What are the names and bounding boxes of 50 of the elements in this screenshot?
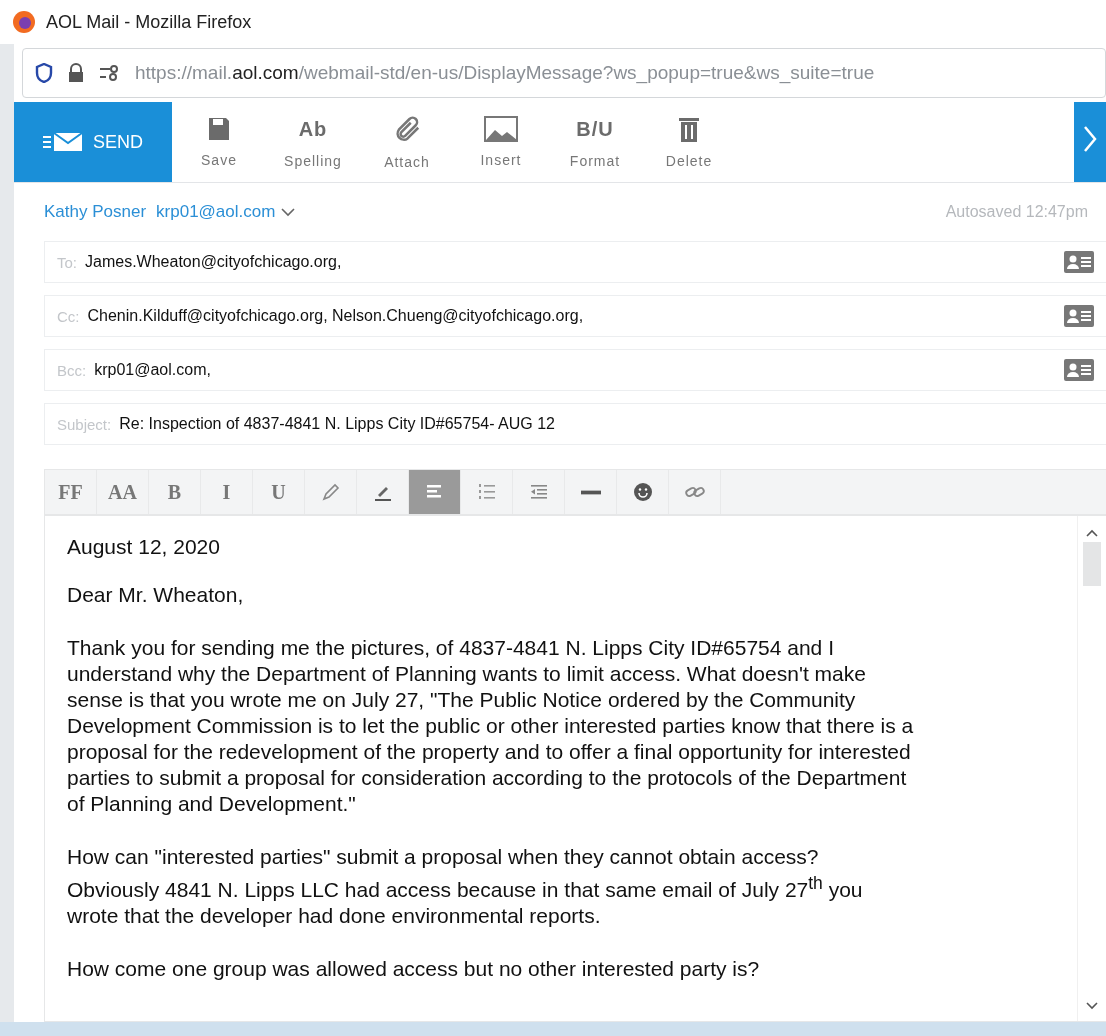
expand-button[interactable]: [1074, 102, 1106, 182]
sender-email[interactable]: krp01@aol.com: [156, 202, 276, 222]
toolbar-button[interactable]: Attach: [360, 102, 454, 182]
browser-logo-icon: [12, 10, 36, 34]
format-button[interactable]: B: [149, 470, 201, 514]
message-paragraph: Dear Mr. Wheaton,: [67, 582, 245, 608]
field-value: krp01@aol.com,: [94, 361, 211, 379]
address-field[interactable]: Bcc: krp01@aol.com,: [44, 349, 1106, 391]
toolbar-button[interactable]: Insert: [454, 102, 548, 182]
toolbar-button[interactable]: Delete: [642, 102, 736, 182]
address-field[interactable]: Cc: Chenin.Kilduff@cityofchicago.org, Nelson.Chueng@cityofchicago.org,: [44, 295, 1106, 337]
trash-icon: [678, 115, 700, 143]
address-field[interactable]: To: James.Wheaton@cityofchicago.org,: [44, 241, 1106, 283]
scroll-down-icon[interactable]: [1086, 1001, 1098, 1011]
lock-icon: [67, 63, 85, 83]
contact-card-icon[interactable]: [1064, 359, 1094, 381]
field-value: Re: Inspection of 4837-4841 N. Lipps City ID#65754- AUG 12: [119, 415, 555, 433]
chevron-right-icon: [1083, 124, 1097, 153]
autosaved-status: Autosaved 12:47pm: [945, 203, 1088, 221]
chevron-down-icon[interactable]: [281, 207, 296, 217]
image-icon: [484, 116, 518, 142]
contact-card-icon[interactable]: [1064, 251, 1094, 273]
field-label: Subject:: [57, 415, 112, 433]
contact-card-icon[interactable]: [1064, 305, 1094, 327]
format-button[interactable]: I: [201, 470, 253, 514]
envelope-icon: [43, 132, 83, 152]
toolbar-button[interactable]: Save: [172, 102, 266, 182]
field-value: James.Wheaton@cityofchicago.org,: [85, 253, 342, 271]
format-button[interactable]: AA: [97, 470, 149, 514]
field-value: Chenin.Kilduff@cityofchicago.org, Nelson.Chueng@cityofchicago.org,: [87, 307, 584, 325]
sender-name[interactable]: Kathy Posner: [44, 202, 147, 222]
format-button[interactable]: U: [253, 470, 305, 514]
scrollbar-thumb[interactable]: [1083, 542, 1101, 586]
scroll-up-icon[interactable]: [1086, 528, 1098, 538]
settings-icon[interactable]: [99, 65, 121, 81]
message-paragraph: Thank you for sending me the pictures, of 4837-4841 N. Lipps City ID#65754 and I understand why the Department of Planning wants to limit access. What doesn't make sense is that you wrote me on July 27, "The Public Notice ordered by the Community Development Commission is to let the public or other interested parties know that there is a proposal for the redevelopment of the property and to offer a final opportunity for interested parties to submit a proposal for consideration according to the protocols of the Department of Planning and Development.": [67, 635, 915, 817]
toolbar-button[interactable]: Ab Spelling: [266, 102, 360, 182]
format-button[interactable]: [409, 470, 461, 514]
shield-icon: [35, 63, 53, 83]
message-paragraph: August 12, 2020: [67, 534, 221, 560]
format-button[interactable]: FF: [45, 470, 97, 514]
field-label: Bcc:: [57, 361, 87, 379]
field-label: To:: [57, 253, 77, 271]
address-field[interactable]: Subject: Re: Inspection of 4837-4841 N. Lipps City ID#65754- AUG 12: [44, 403, 1106, 445]
field-label: Cc:: [57, 307, 80, 325]
toolbar-button[interactable]: B/U Format: [548, 102, 642, 182]
window-title: AOL Mail - Mozilla Firefox: [46, 11, 252, 33]
message-paragraph: How come one group was allowed access but no other interested party is?: [67, 956, 761, 982]
message-paragraph: How can "interested parties" submit a proposal when they cannot obtain access? Obviously 4841 N. Lipps LLC had access because in that same email of July 27$^{th}$ you wrote that the developer had done environmental reports.: [67, 844, 864, 929]
send-button[interactable]: SEND: [14, 102, 172, 182]
